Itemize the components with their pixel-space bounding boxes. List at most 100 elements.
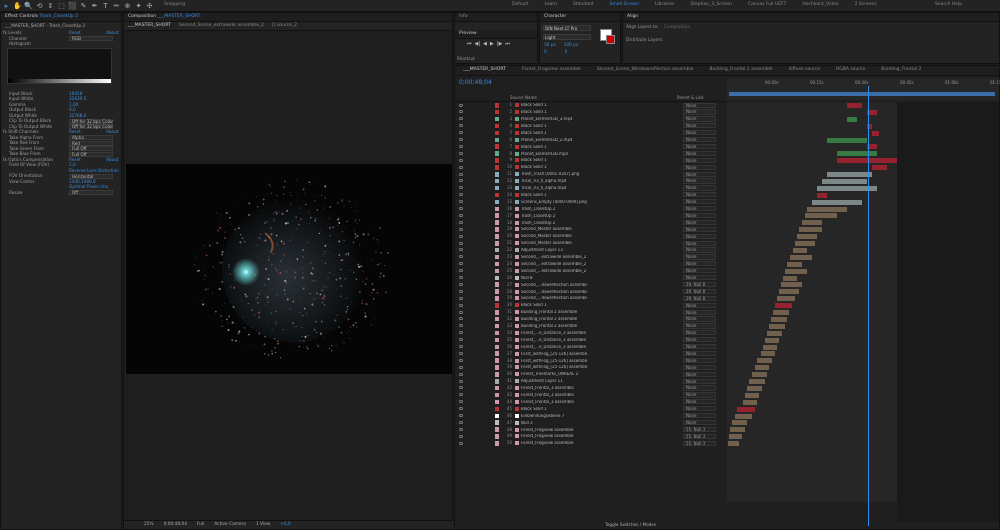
effect-prop-value[interactable]: Reset [69, 30, 81, 35]
layer-name[interactable]: Einblendungsebene 7 [521, 414, 587, 418]
snapping-toggle[interactable]: Snapping [164, 3, 185, 8]
label-color-swatch[interactable] [495, 303, 499, 308]
label-color-swatch[interactable] [495, 365, 499, 370]
layer-clip-bar[interactable] [847, 116, 857, 122]
layer-clip-bar[interactable] [779, 289, 799, 295]
parent-select[interactable]: None [683, 378, 716, 384]
layer-row[interactable]: 47 Null 3 None [455, 419, 725, 426]
visibility-eye-icon[interactable] [459, 282, 463, 286]
visibility-eye-icon[interactable] [459, 400, 463, 404]
about-link[interactable]: About [106, 129, 118, 134]
parent-select[interactable]: None [683, 199, 716, 205]
layer-clip-bar[interactable] [805, 213, 837, 219]
layer-row[interactable]: 1 Black Solid 1 None [455, 102, 725, 109]
layer-name[interactable]: Black Solid 1 [521, 193, 587, 197]
tracking-field[interactable]: 0 [544, 49, 547, 54]
parent-select[interactable]: None [683, 143, 716, 150]
layer-clip-bar[interactable] [747, 385, 762, 391]
layer-name[interactable]: Null 3 [521, 421, 587, 425]
label-color-swatch[interactable] [495, 151, 499, 156]
label-color-swatch[interactable] [495, 413, 499, 418]
layer-row[interactable]: 39 Forst_withFog_[25-126] assemble None [455, 364, 725, 371]
timeline-tab[interactable]: Building_Frontal 2 assemble [701, 68, 780, 73]
layer-row[interactable]: 28 Second_...dowreflection assemble 29. Nu… [455, 288, 725, 295]
layer-name[interactable]: Forest_...e_Distance_3 assemble [521, 345, 587, 349]
effect-prop-value[interactable]: Off [69, 190, 113, 196]
visibility-eye-icon[interactable] [459, 262, 463, 266]
parent-link-header[interactable]: Parent & Link [677, 96, 704, 100]
layer-name[interactable]: Forest_Frontal_3 assemble [521, 386, 587, 390]
tool-icon-10[interactable]: ✏ [112, 2, 121, 10]
parent-select[interactable]: 29. Null 8 [683, 295, 716, 301]
timeline-tab[interactable]: Building_Frontal 2 [873, 68, 929, 73]
layer-name[interactable]: Screens_Empty [0000-0499].png [521, 200, 587, 204]
label-color-swatch[interactable] [495, 310, 499, 315]
layer-name[interactable]: Planet_Element3D_2.mp4 [521, 138, 587, 142]
layer-row[interactable]: 14 Black Solid 1 None [455, 192, 725, 199]
label-color-swatch[interactable] [495, 441, 499, 446]
layer-row[interactable]: 29 Second_...dowreflection assemble 29. Nu… [455, 295, 725, 302]
layer-name[interactable]: Forest_Frogview assemble [521, 434, 587, 438]
timecode-display[interactable]: 0;00;48;04 [459, 80, 492, 86]
layer-row[interactable]: 27 Second_...dowreflection assemble 29. Nu… [455, 281, 725, 288]
layer-clip-bar[interactable] [765, 337, 779, 343]
layer-row[interactable]: 13 Tricol_V3_h_alpha.mp4 None [455, 185, 725, 192]
layer-clip-bar[interactable] [749, 379, 765, 384]
preview-control-3[interactable]: ▶ [490, 42, 494, 47]
comp-subtab[interactable]: Second_Scene_extrawide assemble_2 [175, 23, 268, 29]
label-color-swatch[interactable] [495, 420, 499, 425]
tool-icon-9[interactable]: T [101, 2, 110, 10]
layer-row[interactable]: 26 Null 8 None [455, 275, 725, 282]
parent-select[interactable]: None [683, 240, 716, 246]
layer-clip-bar[interactable] [797, 234, 817, 240]
zoom-select[interactable]: 25% [144, 522, 154, 527]
layer-name[interactable]: Tricol_V3_h_alpha.mp4 [521, 179, 587, 183]
parent-select[interactable]: None [683, 344, 716, 350]
layer-name[interactable]: Building_Frontal 2 assemble [521, 317, 587, 321]
layer-name[interactable]: Planet_Element3D_3.mp4 [521, 117, 587, 121]
label-color-swatch[interactable] [495, 206, 499, 211]
font-size-field[interactable]: 36 px [544, 42, 556, 47]
visibility-eye-icon[interactable] [459, 213, 463, 217]
visibility-eye-icon[interactable] [459, 331, 463, 335]
parent-select[interactable]: None [683, 302, 716, 308]
layer-row[interactable]: 10 Black Solid 1 None [455, 164, 725, 171]
label-color-swatch[interactable] [495, 268, 499, 274]
current-time[interactable]: 0;00;48;04 [164, 522, 187, 527]
stroke-color-swatch[interactable] [606, 35, 615, 44]
label-color-swatch[interactable] [495, 158, 499, 163]
parent-select[interactable]: 29. Null 8 [683, 281, 716, 288]
layer-name[interactable]: Second_...dowreflection assemble [521, 290, 587, 294]
layer-clip-bar[interactable] [807, 206, 847, 212]
layer-name[interactable]: Black Solid 1 [521, 158, 587, 162]
label-color-swatch[interactable] [495, 247, 499, 253]
parent-select[interactable]: None [683, 399, 716, 405]
label-color-swatch[interactable] [495, 289, 499, 294]
layer-clip-bar[interactable] [827, 172, 872, 177]
layer-row[interactable]: 41 Adjustment Layer 11 None [455, 378, 725, 385]
layer-name[interactable]: Forest_...e_Distance_3 assemble [521, 331, 587, 335]
parent-select[interactable]: None [683, 178, 716, 184]
layer-name[interactable]: Black Solid 1 [521, 124, 587, 128]
layer-row[interactable]: 8 Planet_Element3D.mp4 None [455, 150, 725, 157]
visibility-eye-icon[interactable] [459, 172, 463, 176]
label-color-swatch[interactable] [495, 254, 499, 260]
layer-row[interactable]: 17 Trash_ClosetUp 2 None [455, 212, 725, 219]
parent-select[interactable]: None [683, 123, 716, 129]
label-color-swatch[interactable] [495, 316, 499, 322]
tool-icon-1[interactable]: ✋ [13, 2, 22, 10]
visibility-eye-icon[interactable] [459, 186, 463, 190]
layer-name[interactable]: Trash_ClosetUp 2 [521, 207, 587, 211]
label-color-swatch[interactable] [495, 392, 499, 398]
layer-name[interactable]: Building_Frontal 2 assemble [521, 324, 587, 328]
visibility-eye-icon[interactable] [459, 165, 463, 169]
effect-prop-value[interactable]: 32768,0 [69, 113, 86, 118]
workspace-4[interactable]: Libraries [655, 2, 674, 8]
parent-select[interactable]: None [683, 275, 716, 281]
label-color-swatch[interactable] [495, 144, 499, 149]
layer-row[interactable]: 42 Forest_Frontal_3 assemble None [455, 385, 725, 392]
tab-composition[interactable]: Composition ___MASTER_SHORT [124, 14, 204, 20]
parent-select[interactable]: None [683, 157, 716, 163]
visibility-eye-icon[interactable] [459, 276, 463, 279]
layer-clip-bar[interactable] [735, 413, 752, 419]
